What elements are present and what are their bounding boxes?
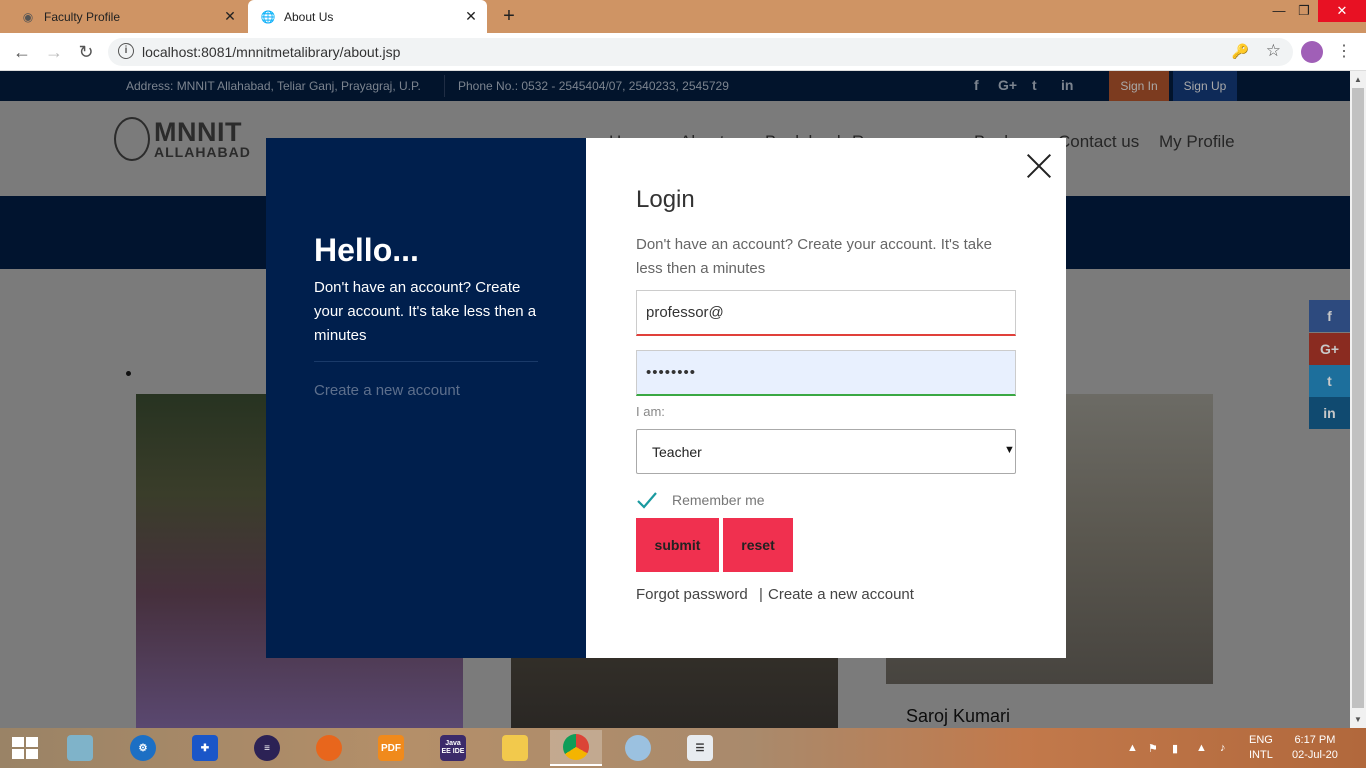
page-scrollbar[interactable]: ▲ ▼ — [1350, 71, 1366, 728]
taskbar-file-explorer-icon[interactable] — [489, 730, 541, 766]
close-modal-icon[interactable] — [1026, 153, 1052, 179]
profile-avatar[interactable] — [1301, 41, 1323, 63]
tray-expand-icon[interactable]: ▲ — [1127, 742, 1138, 754]
remember-checkbox-icon[interactable] — [636, 491, 658, 509]
taskbar-eclipse-icon[interactable]: ≡ — [241, 730, 293, 766]
taskbar-paint-icon[interactable] — [612, 730, 664, 766]
tab-close-icon[interactable]: ✕ — [461, 8, 481, 25]
reset-button[interactable]: reset — [723, 518, 793, 572]
strip-divider — [444, 75, 445, 97]
close-window-button[interactable]: ✕ — [1318, 0, 1366, 22]
role-label: I am: — [636, 404, 665, 419]
dropdown-arrow-icon[interactable]: ▼ — [1004, 444, 1015, 456]
taskbar-java-ee-ide-icon[interactable]: Java EE IDE — [427, 730, 479, 766]
share-google-plus-icon[interactable]: G+ — [1309, 333, 1350, 365]
email-field[interactable] — [636, 290, 1016, 336]
url-bar[interactable]: i localhost:8081/mnnitmetalibrary/about.… — [108, 38, 1293, 66]
taskbar-security-shield-icon[interactable]: ✚ — [179, 730, 231, 766]
windows-start-icon[interactable] — [12, 737, 38, 759]
logo-line2: ALLAHABAD — [154, 144, 251, 160]
link-separator: | — [759, 586, 763, 603]
language-line2: INTL — [1249, 749, 1273, 761]
twitter-icon[interactable]: t — [1032, 77, 1037, 93]
forgot-password-link[interactable]: Forgot password — [636, 586, 748, 603]
browser-tab-bar: ◉ Faculty Profile ✕ 🌐 About Us ✕ + — ❐ ✕ — [0, 0, 1366, 33]
remember-me-label[interactable]: Remember me — [672, 492, 765, 508]
tray-flag-icon[interactable]: ⚑ — [1148, 742, 1158, 755]
back-arrow-icon[interactable]: ← — [10, 40, 34, 64]
taskbar-chrome-icon[interactable] — [550, 730, 602, 766]
nav-my-profile[interactable]: My Profile — [1159, 132, 1235, 152]
list-bullet — [126, 371, 131, 376]
taskbar-pdf-icon[interactable]: PDF — [365, 730, 417, 766]
windows-taskbar: ⚙ ✚ ≡ PDF Java EE IDE ☰ — [0, 728, 1366, 768]
login-subtitle: Don't have an account? Create your accou… — [636, 236, 992, 277]
mnnit-logo[interactable]: MNNIT ALLAHABAD — [114, 117, 251, 161]
submit-button[interactable]: submit — [636, 518, 719, 572]
tray-battery-icon[interactable]: ▮ — [1172, 742, 1178, 755]
taskbar-document-icon[interactable]: ☰ — [674, 730, 726, 766]
create-account-link-left[interactable]: Create a new account — [314, 382, 460, 399]
welcome-text: Don't have an account? Create your accou… — [314, 279, 537, 344]
forward-arrow-icon[interactable]: → — [42, 40, 66, 64]
tab-about-us[interactable]: 🌐 About Us ✕ — [248, 0, 487, 33]
login-title: Login — [636, 186, 695, 213]
nav-contact-us[interactable]: Contact us — [1058, 132, 1139, 152]
card-person-name: Saroj Kumari — [906, 706, 1011, 726]
scroll-thumb[interactable] — [1352, 88, 1364, 708]
top-info-strip: Address: MNNIT Allahabad, Teliar Ganj, P… — [0, 71, 1350, 101]
password-field[interactable] — [636, 350, 1016, 396]
role-selected-value[interactable]: Teacher — [652, 444, 702, 460]
linkedin-icon[interactable]: in — [1061, 77, 1073, 93]
facebook-icon[interactable]: f — [974, 77, 979, 93]
new-tab-button[interactable]: + — [498, 5, 520, 27]
key-icon[interactable]: 🔑 — [1232, 43, 1249, 60]
logo-line1: MNNIT — [154, 117, 242, 147]
scroll-up-icon[interactable]: ▲ — [1354, 75, 1362, 84]
bookmark-star-icon[interactable]: ☆ — [1266, 41, 1281, 61]
java-ide-label: Java EE IDE — [440, 735, 466, 761]
browser-menu-icon[interactable]: ⋮ — [1336, 41, 1352, 63]
info-icon[interactable]: i — [118, 43, 134, 59]
share-twitter-icon[interactable]: t — [1309, 365, 1350, 397]
phone-text: Phone No.: 0532 - 2545404/07, 2540233, 2… — [458, 79, 729, 93]
address-text: Address: MNNIT Allahabad, Teliar Ganj, P… — [126, 79, 421, 93]
google-plus-icon[interactable]: G+ — [998, 77, 1017, 93]
language-indicator[interactable]: ENG INTL — [1249, 733, 1273, 763]
address-bar: ← → ↻ i localhost:8081/mnnitmetalibrary/… — [0, 33, 1366, 71]
institute-seal-icon — [114, 117, 150, 161]
tab-title: About Us — [284, 9, 334, 24]
welcome-heading: Hello... — [314, 232, 419, 268]
tab-title: Faculty Profile — [44, 9, 121, 24]
taskbar-file-icon[interactable] — [54, 730, 106, 766]
taskbar-firefox-icon[interactable] — [303, 730, 355, 766]
url-text[interactable]: localhost:8081/mnnitmetalibrary/about.js… — [142, 44, 400, 60]
language-line1: ENG — [1249, 734, 1273, 746]
sign-up-button[interactable]: Sign Up — [1173, 71, 1237, 101]
globe-icon: 🌐 — [260, 9, 276, 24]
clock-time: 6:17 PM — [1294, 734, 1336, 746]
maximize-button[interactable]: ❐ — [1289, 0, 1319, 22]
login-form-panel — [586, 138, 1066, 658]
scroll-down-icon[interactable]: ▼ — [1354, 715, 1362, 724]
site-favicon-icon: ◉ — [22, 9, 34, 24]
taskbar-network-icon[interactable]: ⚙ — [117, 730, 169, 766]
panel-divider — [314, 361, 538, 362]
create-account-link[interactable]: Create a new account — [768, 586, 914, 603]
share-linkedin-icon[interactable]: in — [1309, 397, 1350, 429]
tray-signal-icon[interactable]: ▲ — [1196, 742, 1207, 754]
pdf-label: PDF — [378, 735, 404, 761]
clock-date: 02-Jul-20 — [1292, 749, 1338, 761]
tab-faculty-profile[interactable]: ◉ Faculty Profile ✕ — [8, 0, 246, 33]
tab-close-icon[interactable]: ✕ — [220, 8, 240, 25]
share-facebook-icon[interactable]: f — [1309, 300, 1350, 332]
tray-volume-icon[interactable]: ♪ — [1220, 742, 1226, 754]
system-clock[interactable]: 6:17 PM 02-Jul-20 — [1292, 733, 1338, 763]
sign-in-button[interactable]: Sign In — [1109, 71, 1169, 101]
reload-icon[interactable]: ↻ — [74, 40, 98, 64]
